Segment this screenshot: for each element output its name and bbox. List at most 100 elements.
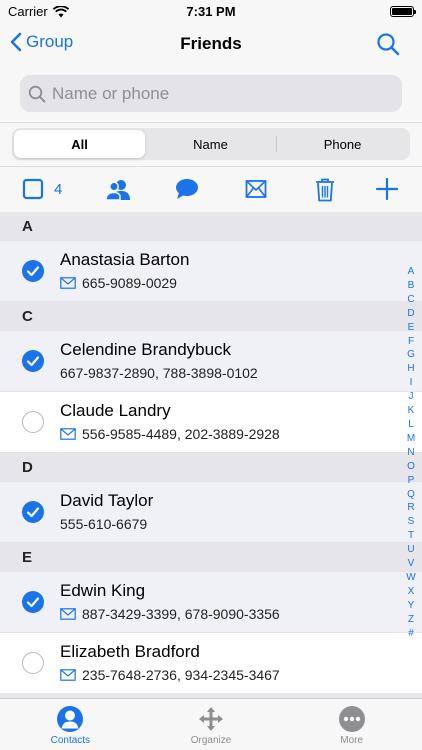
status-time: 7:31 PM [186, 4, 236, 19]
index-letter[interactable]: R [407, 501, 414, 515]
tab-more[interactable]: More [281, 699, 422, 750]
checkmark-selected-icon[interactable] [22, 591, 44, 613]
plus-icon [375, 177, 399, 201]
group-button[interactable] [105, 178, 131, 207]
index-letter[interactable]: M [407, 432, 415, 446]
contact-row[interactable]: David Taylor 555-610-6679 [0, 482, 422, 543]
index-letter[interactable]: V [408, 557, 415, 571]
index-letter[interactable]: T [408, 529, 414, 543]
phone-numbers: 667-9837-2890, 788-3898-0102 [60, 365, 258, 381]
index-letter[interactable]: E [408, 321, 415, 335]
search-placeholder: Name or phone [52, 83, 170, 103]
mail-icon [60, 608, 76, 620]
tab-label: Contacts [50, 735, 91, 746]
section-header: C [0, 302, 422, 331]
trash-icon [316, 178, 334, 202]
contact-list: A Anastasia Barton 665-9089-0029 C Celen… [0, 212, 422, 698]
index-letter[interactable]: Q [407, 488, 415, 502]
search-input[interactable]: Name or phone [20, 75, 402, 112]
more-dots-icon [338, 706, 365, 732]
search-area: Name or phone [0, 66, 422, 122]
index-letter[interactable]: G [407, 348, 415, 362]
section-header: A [0, 212, 422, 241]
contact-name: David Taylor [60, 491, 154, 510]
checkbox-square-icon [22, 178, 44, 200]
index-letter[interactable]: B [408, 279, 415, 293]
mail-icon [60, 277, 76, 289]
contact-phones: 555-610-6679 [60, 516, 147, 532]
tab-contacts[interactable]: Contacts [0, 699, 141, 750]
section-header: E [0, 543, 422, 572]
battery-icon [390, 6, 416, 17]
checkmark-empty-icon[interactable] [22, 652, 44, 674]
contact-phones: 556-9585-4489, 202-3889-2928 [60, 426, 280, 442]
index-letter[interactable]: W [406, 571, 415, 585]
phone-numbers: 555-610-6679 [60, 516, 148, 532]
contact-name: Anastasia Barton [60, 250, 190, 269]
contact-row[interactable]: Edwin King 887-3429-3399, 678-9090-3356 [0, 572, 422, 633]
index-letter[interactable]: P [408, 474, 415, 488]
status-bar: Carrier 7:31 PM [0, 0, 422, 22]
search-button[interactable] [376, 32, 400, 61]
index-letter[interactable]: H [407, 362, 414, 376]
contact-row[interactable]: Celendine Brandybuck 667-9837-2890, 788-… [0, 331, 422, 392]
tab-bar: Contacts Organize More [0, 698, 422, 750]
contact-row[interactable]: Claude Landry 556-9585-4489, 202-3889-29… [0, 392, 422, 453]
checkmark-selected-icon[interactable] [22, 260, 44, 282]
contact-name: Claude Landry [60, 401, 171, 420]
mail-icon [60, 669, 76, 681]
index-letter[interactable]: K [408, 404, 415, 418]
delete-button[interactable] [315, 178, 335, 207]
index-letter[interactable]: I [410, 376, 413, 390]
contact-row[interactable]: Anastasia Barton 665-9089-0029 [0, 241, 422, 302]
message-button[interactable] [175, 178, 199, 205]
alphabet-index[interactable]: A B C D E F G H I J K L M N O P Q R S T U V W X Y Z # [404, 265, 418, 640]
search-icon [377, 33, 400, 56]
index-letter[interactable]: O [407, 460, 415, 474]
index-letter[interactable]: D [407, 307, 414, 321]
index-letter[interactable]: C [407, 293, 414, 307]
index-letter[interactable]: Y [408, 599, 415, 613]
index-letter[interactable]: Z [408, 613, 414, 627]
nav-bar: Group Friends [0, 22, 422, 66]
phone-numbers: 556-9585-4489, 202-3889-2928 [82, 426, 280, 442]
checkmark-empty-icon[interactable] [22, 411, 44, 433]
section-header: D [0, 453, 422, 482]
checkmark-selected-icon[interactable] [22, 501, 44, 523]
segment-all[interactable]: All [14, 130, 145, 158]
tab-label: More [340, 735, 364, 746]
person-circle-icon [57, 706, 84, 732]
segment-name[interactable]: Name [145, 130, 276, 158]
index-letter[interactable]: J [409, 390, 414, 404]
chat-bubble-icon [176, 179, 198, 199]
phone-numbers: 235-7648-2736, 934-2345-3467 [82, 667, 280, 683]
index-letter[interactable]: A [408, 265, 415, 279]
contact-phones: 665-9089-0029 [60, 275, 177, 291]
index-letter[interactable]: L [408, 418, 414, 432]
filter-area: All Name Phone [0, 122, 422, 166]
checkmark-selected-icon[interactable] [22, 350, 44, 372]
segment-phone[interactable]: Phone [277, 130, 408, 158]
search-field-icon [28, 85, 46, 102]
select-all-button[interactable] [22, 178, 44, 205]
index-letter[interactable]: F [408, 335, 414, 349]
index-letter[interactable]: U [407, 543, 414, 557]
contact-name: Edwin King [60, 581, 146, 600]
index-letter[interactable]: N [407, 446, 414, 460]
add-contact-button[interactable] [375, 177, 399, 205]
phone-numbers: 665-9089-0029 [82, 275, 177, 291]
action-toolbar: 4 [0, 166, 422, 212]
phone-numbers: 887-3429-3399, 678-9090-3356 [82, 606, 280, 622]
contact-phones: 667-9837-2890, 788-3898-0102 [60, 365, 258, 381]
tab-label: Organize [190, 735, 232, 746]
contact-phones: 887-3429-3399, 678-9090-3356 [60, 606, 280, 622]
move-arrows-icon [199, 707, 223, 731]
index-letter[interactable]: # [408, 627, 414, 641]
page-title: Friends [180, 34, 242, 53]
contact-name: Elizabeth Bradford [60, 642, 200, 661]
index-letter[interactable]: X [408, 585, 415, 599]
index-letter[interactable]: S [408, 515, 415, 529]
email-button[interactable] [245, 178, 267, 205]
contact-row[interactable]: Elizabeth Bradford 235-7648-2736, 934-23… [0, 633, 422, 694]
tab-organize[interactable]: Organize [141, 699, 282, 750]
